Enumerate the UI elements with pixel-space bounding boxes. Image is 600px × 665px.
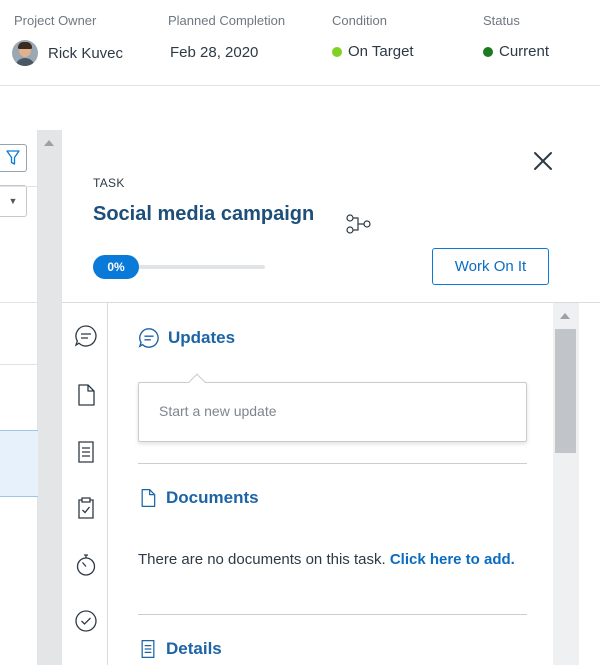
no-documents-text: There are no documents on this task. [138,551,390,568]
filter-button[interactable] [0,144,27,172]
section-divider [138,614,527,615]
status-dot-icon [483,46,493,57]
new-update-box[interactable] [138,373,527,442]
task-sections: Updates Documents There are no documents… [108,303,553,665]
caret-icon [188,373,206,391]
scroll-up-icon[interactable] [44,140,54,146]
owner-column: Project Owner [14,13,96,28]
task-header: TASK Social media campaign 0% Work On It [62,130,600,303]
divider [0,302,38,303]
divider [0,364,38,365]
status-text: Current [499,43,550,60]
owner-name: Rick Kuvec [48,44,124,62]
completion-label: Planned Completion [168,13,286,28]
project-summary: Project Owner Rick Kuvec Planned Complet… [0,0,600,86]
task-title[interactable]: Social media campaign [93,203,314,226]
chat-icon[interactable] [74,324,98,348]
status-label: Status [483,13,520,28]
scrollbar-thumb[interactable] [555,329,576,453]
details-icon [141,640,155,658]
status-value[interactable]: Current [483,43,549,60]
completion-value: Feb 28, 2020 [170,44,259,61]
condition-value[interactable]: On Target [332,43,414,60]
timer-icon[interactable] [74,553,98,577]
new-update-input[interactable] [159,403,499,419]
documents-title-text: Documents [166,488,259,507]
divider [0,186,38,187]
condition-text: On Target [348,43,414,60]
list-scrollbar[interactable] [38,130,61,665]
filter-icon [6,150,20,165]
task-list-edge: ▼ [0,130,38,665]
owner-label: Project Owner [14,13,97,28]
chat-icon [138,328,159,348]
details-title-text: Details [166,639,222,658]
document-icon [141,489,156,507]
no-documents-message: There are no documents on this task. Cli… [138,548,518,571]
chevron-down-icon: ▼ [8,196,18,206]
avatar [12,40,38,66]
section-nav-rail [62,303,108,665]
add-document-link[interactable]: Click here to add. [390,551,515,568]
panel-scrollbar[interactable] [553,303,579,665]
view-dropdown[interactable]: ▼ [0,185,27,217]
progress-bar[interactable]: 0% [93,255,265,279]
clipboard-check-icon[interactable] [74,496,98,520]
updates-title-text: Updates [168,328,236,347]
scroll-up-icon[interactable] [560,313,570,319]
details-section-title[interactable]: Details [138,638,222,660]
task-detail-panel: TASK Social media campaign 0% Work On It [61,130,600,665]
status-column: Status [483,13,520,28]
dependency-icon[interactable] [346,214,372,234]
condition-column: Condition [332,13,387,28]
task-page: Project Owner Rick Kuvec Planned Complet… [0,0,600,665]
selected-task-row[interactable] [0,430,38,497]
section-divider [138,463,527,464]
completion-column: Planned Completion [168,13,285,28]
condition-dot-icon [332,46,342,57]
updates-section-title[interactable]: Updates [138,327,235,349]
check-circle-icon[interactable] [74,609,98,633]
document-icon[interactable] [74,383,98,407]
details-icon[interactable] [74,440,98,464]
documents-section-title[interactable]: Documents [138,487,259,509]
condition-label: Condition [332,13,387,28]
owner-value[interactable]: Rick Kuvec [12,40,123,66]
progress-value: 0% [93,255,139,279]
task-kind-label: TASK [93,176,125,190]
work-on-it-button[interactable]: Work On It [432,248,549,285]
close-icon[interactable] [532,150,554,172]
